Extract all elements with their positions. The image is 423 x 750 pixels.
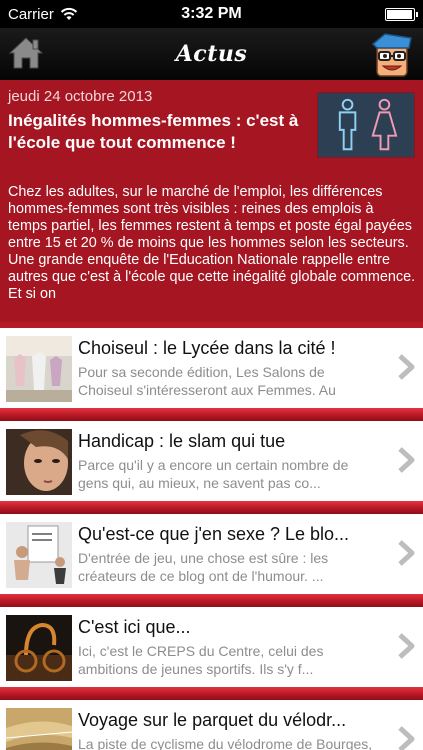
item-title: C'est ici que... [78,617,191,637]
item-description: Ici, c'est le CREPS du Centre, celui des… [78,643,324,677]
list-item[interactable]: Choiseul : le Lycée dans la cité ! Pour … [0,328,423,408]
item-title: Handicap : le slam qui tue [78,431,286,451]
chevron-right-icon [398,726,415,750]
item-title: Qu'est-ce que j'en sexe ? Le blo... [78,524,350,544]
featured-article[interactable]: jeudi 24 octobre 2013 Inégalités hommes-… [0,80,423,322]
item-description: D'entrée de jeu, une chose est sûre : le… [78,550,329,584]
featured-body: Chez les adultes, sur le marché de l'emp… [8,184,416,302]
item-thumbnail [6,336,72,402]
chevron-right-icon [398,540,415,566]
item-description: La piste de cyclisme du vélodrome de Bou… [78,736,373,750]
item-thumbnail [6,522,72,588]
status-left: Carrier [8,6,78,23]
list-item[interactable]: Voyage sur le parquet du vélodr... La pi… [0,700,423,750]
list-separator [0,408,423,421]
home-icon[interactable] [8,36,44,70]
list-item[interactable]: Handicap : le slam qui tue Parce qu'il y… [0,421,423,501]
news-list: Choiseul : le Lycée dans la cité ! Pour … [0,322,423,750]
battery-level [387,9,412,19]
list-item[interactable]: Qu'est-ce que j'en sexe ? Le blo... D'en… [0,514,423,594]
battery-icon [385,7,418,21]
item-title: Voyage sur le parquet du vélodr... [78,710,347,730]
list-separator [0,501,423,514]
chevron-right-icon [398,354,415,380]
item-title: Choiseul : le Lycée dans la cité ! [78,338,336,358]
list-separator [0,687,423,700]
featured-date: jeudi 24 octobre 2013 [8,88,153,105]
item-thumbnail [6,708,72,750]
wifi-icon [60,7,77,20]
item-thumbnail [6,429,72,495]
status-bar: Carrier 3:32 PM [0,0,423,28]
nav-title: Actus [175,41,248,67]
carrier-label: Carrier [8,5,54,23]
nav-bar: Actus [0,28,423,80]
featured-image [317,92,415,158]
featured-title: Inégalités hommes-femmes : c'est à l'éco… [8,111,299,152]
list-separator [0,594,423,607]
chevron-right-icon [398,633,415,659]
mascot-avatar-icon[interactable] [365,30,417,80]
item-description: Pour sa seconde édition, Les Salons de C… [78,364,336,398]
item-thumbnail [6,615,72,681]
chevron-right-icon [398,447,415,473]
list-item[interactable]: C'est ici que... Ici, c'est le CREPS du … [0,607,423,687]
item-description: Parce qu'il y a encore un certain nombre… [78,457,349,491]
